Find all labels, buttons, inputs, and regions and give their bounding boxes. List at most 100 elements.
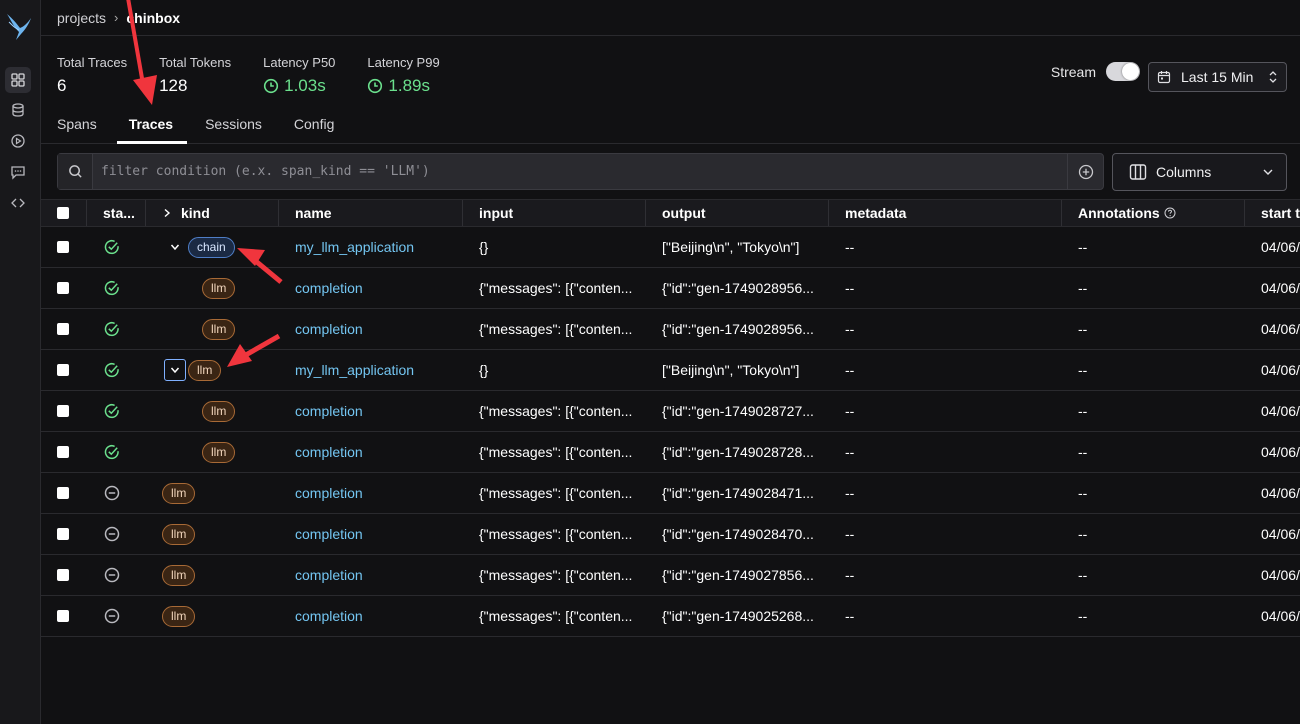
span-name-link[interactable]: completion bbox=[295, 608, 363, 624]
expand-toggle-button[interactable] bbox=[164, 359, 186, 381]
table-row[interactable]: llm completion {"messages": [{"conten... {"… bbox=[41, 309, 1300, 350]
row-checkbox[interactable] bbox=[57, 241, 69, 253]
column-header-output[interactable]: output bbox=[646, 200, 829, 226]
name-cell: completion bbox=[279, 514, 463, 554]
output-cell: ["Beijing\n", "Tokyo\n"] bbox=[662, 239, 800, 255]
metadata-cell: -- bbox=[845, 608, 855, 624]
table-row[interactable]: llm completion {"messages": [{"conten... {"… bbox=[41, 473, 1300, 514]
span-name-link[interactable]: my_llm_application bbox=[295, 239, 414, 255]
nav-prompts-chat-icon[interactable] bbox=[5, 159, 31, 185]
span-name-link[interactable]: completion bbox=[295, 567, 363, 583]
nav-projects-grid-icon[interactable] bbox=[5, 67, 31, 93]
row-select-cell bbox=[41, 350, 87, 390]
status-cell bbox=[87, 309, 146, 349]
column-header-start-time[interactable]: start ti bbox=[1245, 200, 1300, 226]
metadata-cell: -- bbox=[845, 239, 855, 255]
annotations-cell: -- bbox=[1078, 280, 1088, 296]
chevron-right-icon[interactable] bbox=[162, 208, 172, 218]
input-cell: {"messages": [{"conten... bbox=[479, 485, 633, 501]
stream-toggle[interactable] bbox=[1106, 62, 1140, 81]
table-row[interactable]: llm my_llm_application {} ["Beijing\n", "To… bbox=[41, 350, 1300, 391]
table-row[interactable]: llm completion {"messages": [{"conten... {"… bbox=[41, 432, 1300, 473]
input-cell: {"messages": [{"conten... bbox=[479, 608, 633, 624]
span-name-link[interactable]: completion bbox=[295, 526, 363, 542]
span-name-link[interactable]: completion bbox=[295, 403, 363, 419]
column-header-name[interactable]: name bbox=[279, 200, 463, 226]
stat-label: Total Traces bbox=[57, 55, 128, 70]
output-cell: {"id":"gen-1749028727... bbox=[662, 403, 814, 419]
name-cell: completion bbox=[279, 432, 463, 472]
span-name-link[interactable]: completion bbox=[295, 280, 363, 296]
start-time-cell: 04/06/ bbox=[1261, 403, 1300, 419]
start-time-cell: 04/06/ bbox=[1261, 280, 1300, 296]
breadcrumb: projects › chinbox bbox=[41, 0, 1300, 36]
row-select-cell bbox=[41, 596, 87, 636]
nav-code-brackets-icon[interactable] bbox=[5, 190, 31, 216]
start-time-cell: 04/06/ bbox=[1261, 362, 1300, 378]
nav-playground-play-icon[interactable] bbox=[5, 128, 31, 154]
span-kind-badge: llm bbox=[202, 277, 236, 299]
row-checkbox[interactable] bbox=[57, 528, 69, 540]
breadcrumb-projects[interactable]: projects bbox=[57, 10, 106, 26]
column-header-kind[interactable]: kind bbox=[146, 200, 279, 226]
kind-header-label: kind bbox=[181, 205, 210, 221]
span-kind-badge: llm bbox=[188, 359, 222, 381]
table-row[interactable]: llm completion {"messages": [{"conten... {"… bbox=[41, 268, 1300, 309]
select-all-checkbox[interactable] bbox=[57, 207, 69, 219]
row-checkbox[interactable] bbox=[57, 487, 69, 499]
span-name-link[interactable]: my_llm_application bbox=[295, 362, 414, 378]
column-header-input[interactable]: input bbox=[463, 200, 646, 226]
tab-traces[interactable]: Traces bbox=[116, 108, 188, 144]
filter-condition-input[interactable] bbox=[93, 154, 1067, 189]
output-cell: {"id":"gen-1749028470... bbox=[662, 526, 814, 542]
phoenix-logo-icon[interactable] bbox=[5, 10, 33, 44]
clock-icon bbox=[368, 78, 383, 94]
table-row[interactable]: llm completion {"messages": [{"conten... {"… bbox=[41, 391, 1300, 432]
add-filter-button[interactable] bbox=[1067, 154, 1103, 189]
kind-cell: llm bbox=[146, 596, 279, 636]
left-sidebar bbox=[0, 0, 41, 724]
tab-sessions[interactable]: Sessions bbox=[205, 108, 262, 143]
expand-toggle-button[interactable] bbox=[164, 236, 186, 258]
row-checkbox[interactable] bbox=[57, 282, 69, 294]
span-name-link[interactable]: completion bbox=[295, 321, 363, 337]
table-row[interactable]: llm completion {"messages": [{"conten... {"… bbox=[41, 555, 1300, 596]
input-cell: {"messages": [{"conten... bbox=[479, 321, 633, 337]
stat-label: Latency P50 bbox=[263, 55, 336, 70]
column-header-annotations[interactable]: Annotations bbox=[1062, 200, 1245, 226]
row-checkbox[interactable] bbox=[57, 610, 69, 622]
span-name-link[interactable]: completion bbox=[295, 485, 363, 501]
column-header-status[interactable]: sta... bbox=[87, 200, 146, 226]
breadcrumb-current-project: chinbox bbox=[126, 9, 181, 26]
stat-value: 6 bbox=[57, 76, 67, 95]
status-ok-icon bbox=[104, 240, 119, 255]
metadata-cell: -- bbox=[845, 321, 855, 337]
row-checkbox[interactable] bbox=[57, 364, 69, 376]
output-cell: {"id":"gen-1749025268... bbox=[662, 608, 814, 624]
status-cell bbox=[87, 514, 146, 554]
nav-datasets-database-icon[interactable] bbox=[5, 97, 31, 123]
column-header-metadata[interactable]: metadata bbox=[829, 200, 1062, 226]
columns-button[interactable]: Columns bbox=[1112, 153, 1287, 191]
status-cell bbox=[87, 350, 146, 390]
name-cell: completion bbox=[279, 473, 463, 513]
annotations-cell: -- bbox=[1078, 321, 1088, 337]
table-row[interactable]: llm completion {"messages": [{"conten... {"… bbox=[41, 596, 1300, 637]
row-checkbox[interactable] bbox=[57, 569, 69, 581]
tab-spans[interactable]: Spans bbox=[57, 108, 97, 143]
status-cell bbox=[87, 391, 146, 431]
metadata-cell: -- bbox=[845, 280, 855, 296]
tab-config[interactable]: Config bbox=[294, 108, 334, 143]
table-row[interactable]: chain my_llm_application {} ["Beijing\n", "… bbox=[41, 227, 1300, 268]
kind-cell: llm bbox=[146, 555, 279, 595]
input-cell: {} bbox=[479, 239, 489, 255]
time-range-picker[interactable]: Last 15 Min bbox=[1148, 62, 1287, 92]
row-checkbox[interactable] bbox=[57, 446, 69, 458]
row-checkbox[interactable] bbox=[57, 405, 69, 417]
table-row[interactable]: llm completion {"messages": [{"conten... {"… bbox=[41, 514, 1300, 555]
span-name-link[interactable]: completion bbox=[295, 444, 363, 460]
status-ok-icon bbox=[104, 363, 119, 378]
input-cell: {"messages": [{"conten... bbox=[479, 280, 633, 296]
row-checkbox[interactable] bbox=[57, 323, 69, 335]
help-circle-icon[interactable] bbox=[1164, 207, 1176, 219]
